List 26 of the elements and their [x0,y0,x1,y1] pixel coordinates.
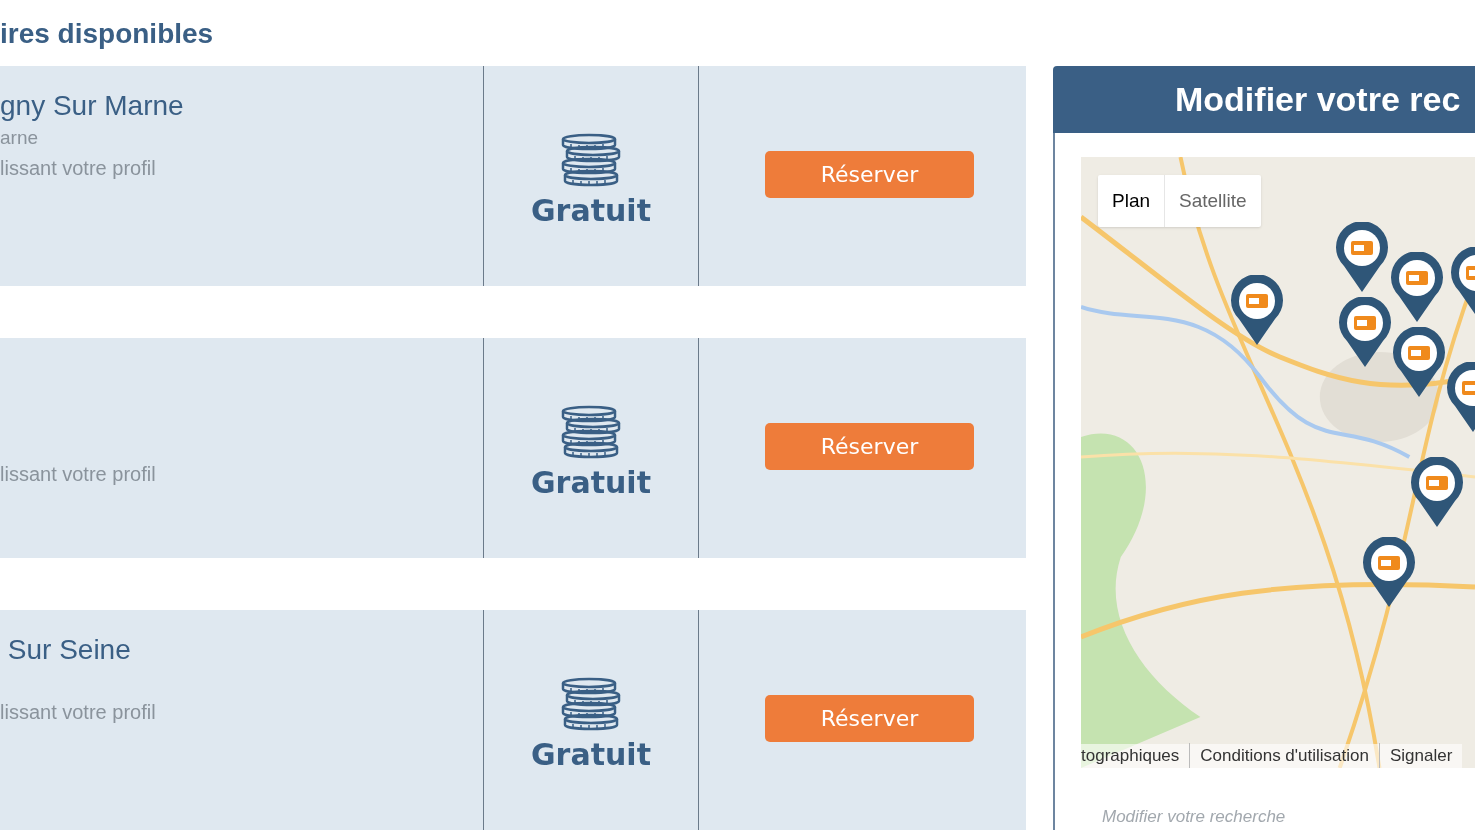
listing-note: lissant votre profil [0,462,157,487]
map-pin-icon[interactable] [1411,457,1463,529]
price-label: Gratuit [531,465,651,501]
listing-title: gny Sur Marne [0,89,185,123]
listing-subtitle: arne [0,126,40,150]
coins-icon [559,131,623,187]
map-pin-icon[interactable] [1336,222,1388,294]
map-pin-icon[interactable] [1391,252,1443,324]
listing-title: Sur Seine [6,633,132,667]
coins-icon [559,675,623,731]
listing-note: lissant votre profil [0,156,157,181]
listing-note: lissant votre profil [0,700,157,725]
map-attribution-link[interactable]: Signaler [1378,743,1463,768]
map-pin-icon[interactable] [1393,327,1445,399]
coins-icon [559,403,623,459]
map-pin-icon[interactable] [1339,297,1391,369]
map-pin-icon[interactable] [1363,537,1415,609]
map-type-tab[interactable]: Plan [1098,175,1165,227]
price-label: Gratuit [531,193,651,229]
section-heading: ires disponibles [0,17,215,51]
panel-header: Modifier votre rec [1053,66,1475,133]
map-attribution-link[interactable]: Conditions d'utilisation [1189,743,1379,768]
map-attribution-link[interactable]: tographiques [1081,743,1190,768]
map-type-tab[interactable]: Satellite [1164,175,1261,227]
price-label: Gratuit [531,737,651,773]
map-pin-icon[interactable] [1231,275,1283,347]
